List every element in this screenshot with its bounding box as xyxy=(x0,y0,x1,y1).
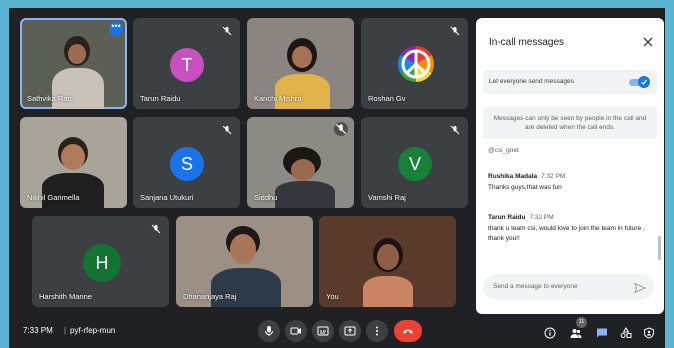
chat-message: Tarun Raidu 7:32 PM thank u team csi, wou… xyxy=(488,214,648,244)
mic-off-icon xyxy=(449,24,461,36)
scrollbar[interactable] xyxy=(658,236,661,260)
message-text: thank u team csi, would love to join the… xyxy=(488,225,645,242)
bottom-toolbar: 7:33 PM | pyf-rfep-mun 11 xyxy=(9,314,665,348)
leave-call-button[interactable] xyxy=(394,320,422,342)
more-options-button[interactable] xyxy=(366,320,388,342)
current-time: 7:33 PM xyxy=(23,326,53,335)
camera-button[interactable] xyxy=(285,320,307,342)
message-time: 7:32 PM xyxy=(529,214,554,221)
toggle-label: Let everyone send messages xyxy=(489,78,574,85)
participant-tile-you[interactable]: You xyxy=(319,216,456,307)
message-sender: Tarun Raidu xyxy=(488,214,526,221)
captions-button[interactable] xyxy=(312,320,334,342)
mic-off-icon xyxy=(334,122,348,136)
present-button[interactable] xyxy=(339,320,361,342)
captions-icon xyxy=(317,326,329,336)
participant-tile-siddhu[interactable]: Siddhu xyxy=(247,117,354,208)
participant-name: Tarun Raidu xyxy=(140,94,181,103)
message-sender: Rushika Madala xyxy=(488,173,538,180)
participant-name: Vamshi Raj xyxy=(368,193,406,202)
privacy-notice: Messages can only be seen by people in t… xyxy=(483,107,657,139)
avatar: V xyxy=(398,147,432,181)
chat-icon[interactable] xyxy=(596,326,608,338)
participant-name: Sathvika Rao xyxy=(27,94,72,103)
meeting-code: pyf-rfep-mun xyxy=(70,326,116,335)
participant-video xyxy=(319,216,456,307)
info-icon[interactable] xyxy=(544,326,556,339)
chat-message: Rushika Madala 7:32 PM Thanks guys,that w… xyxy=(488,173,648,193)
avatar: S xyxy=(170,147,204,181)
separator: | xyxy=(64,326,67,335)
participant-name: Roshan Gv xyxy=(368,94,406,103)
in-call-messages-panel: In-call messages Let everyone send messa… xyxy=(476,18,664,314)
message-input[interactable]: Send a message to everyone xyxy=(483,274,654,300)
people-icon[interactable] xyxy=(570,326,582,338)
message-text: Thanks guys,that was fun xyxy=(488,184,562,191)
message-time: 7:32 PM xyxy=(541,173,566,180)
participant-tile-harshith[interactable]: H Harshith Manne xyxy=(32,216,169,307)
camera-icon xyxy=(290,327,301,335)
participant-tile-roshan[interactable]: Roshan Gv xyxy=(361,18,468,109)
panel-title: In-call messages xyxy=(489,37,565,48)
participant-name: Siddhu xyxy=(254,193,278,202)
mic-off-icon xyxy=(221,123,233,135)
send-icon[interactable] xyxy=(634,281,647,294)
participant-name: You xyxy=(326,292,339,301)
avatar: T xyxy=(170,48,204,82)
microphone-button[interactable] xyxy=(258,320,280,342)
close-icon[interactable] xyxy=(642,35,654,47)
participant-name: Dhananjaya Raj xyxy=(183,292,237,301)
partial-message-text: @csi_gnet xyxy=(488,147,519,154)
participant-tile-vamshi[interactable]: V Vamshi Raj xyxy=(361,117,468,208)
participant-tile-nikhil[interactable]: Nikhil Garimella xyxy=(20,117,127,208)
mic-off-icon xyxy=(221,24,233,36)
participant-tile-sathvika[interactable]: ••• Sathvika Rao xyxy=(20,18,127,109)
participant-name: Kanchi Mishra xyxy=(254,94,302,103)
send-messages-setting: Let everyone send messages xyxy=(483,70,657,94)
more-options-icon[interactable]: ••• xyxy=(109,22,123,36)
present-icon xyxy=(344,326,356,336)
mic-off-icon xyxy=(150,222,162,234)
participant-tile-kanchi[interactable]: Kanchi Mishra xyxy=(247,18,354,109)
meeting-window: ••• Sathvika Rao T Tarun Raidu Kanchi Mi… xyxy=(9,8,665,348)
participant-tile-tarun[interactable]: T Tarun Raidu xyxy=(133,18,240,109)
end-call-icon xyxy=(403,329,413,334)
send-messages-toggle[interactable] xyxy=(629,76,650,88)
avatar: H xyxy=(83,244,121,282)
host-controls-icon[interactable] xyxy=(643,326,655,339)
participant-name: Nikhil Garimella xyxy=(27,193,80,202)
participant-tile-sanjana[interactable]: S Sanjana Utukuri xyxy=(133,117,240,208)
microphone-icon xyxy=(265,326,273,336)
participant-tile-dhananjaya[interactable]: Dhananjaya Raj xyxy=(176,216,313,307)
activities-icon[interactable] xyxy=(620,326,632,338)
participant-name: Sanjana Utukuri xyxy=(140,193,194,202)
participant-name: Harshith Manne xyxy=(39,292,92,301)
mic-off-icon xyxy=(449,123,461,135)
peace-sign-avatar xyxy=(398,46,434,82)
more-vert-icon xyxy=(376,326,378,336)
message-input-placeholder: Send a message to everyone xyxy=(493,283,578,290)
